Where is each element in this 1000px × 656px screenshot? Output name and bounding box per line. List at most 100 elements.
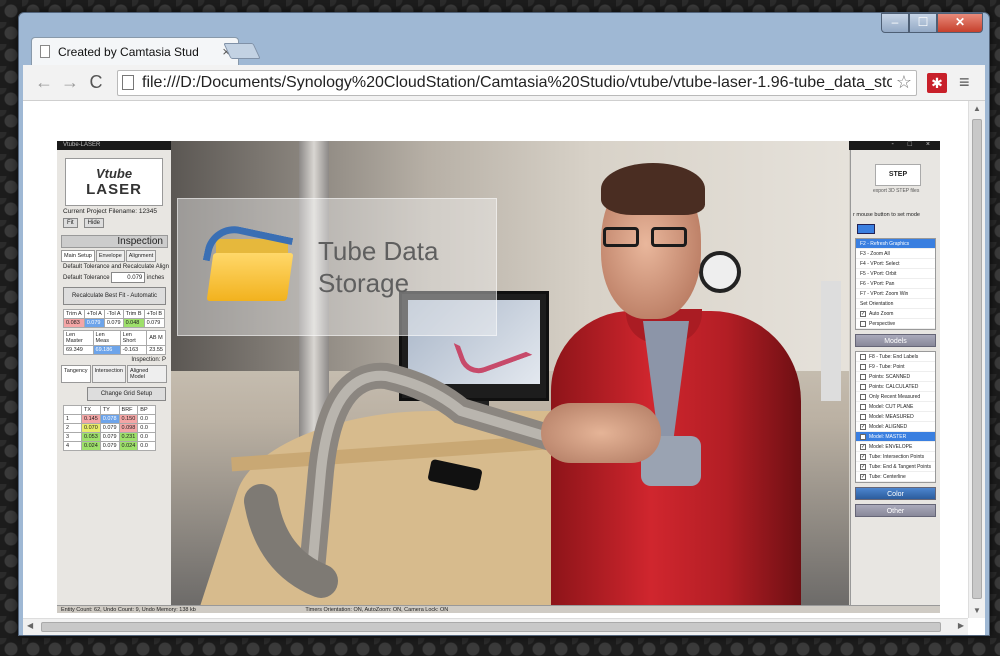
checkbox[interactable] — [860, 363, 866, 370]
list-item[interactable]: F9 - Tube: Point — [856, 362, 935, 372]
checkbox[interactable] — [860, 373, 866, 380]
len-header: Len Meas — [92, 330, 121, 346]
list-item[interactable]: F8 - Tube: End Labels — [856, 352, 935, 362]
minimize-button[interactable]: – — [881, 13, 909, 33]
scroll-right-icon[interactable]: ▶ — [958, 621, 964, 630]
tol-cell[interactable]: 0.083 — [63, 318, 85, 328]
vertical-scroll-thumb[interactable] — [972, 119, 982, 599]
grid-cell: 0.150 — [118, 414, 139, 424]
checkbox[interactable] — [860, 393, 866, 400]
other-bar[interactable]: Other — [855, 504, 936, 517]
recalculate-button[interactable]: Recalculate Best Fit - Automatic — [63, 287, 166, 305]
scroll-left-icon[interactable]: ◀ — [27, 621, 33, 630]
list-item[interactable]: Model: CUT PLANE — [856, 402, 935, 412]
tab-aligned-model[interactable]: Aligned Model — [126, 365, 167, 383]
grid-cell: 0.078 — [99, 414, 120, 424]
list-item[interactable]: F2 - Refresh Graphics — [856, 239, 935, 249]
list-item-label: Model: ENVELOPE — [869, 443, 913, 450]
checkbox[interactable]: ✓ — [860, 453, 866, 460]
list-item-label: Model: MASTER — [869, 433, 907, 440]
tolerance-input[interactable]: 0.079 — [111, 272, 146, 283]
url-text[interactable]: file:///D:/Documents/Synology%20CloudSta… — [142, 74, 892, 92]
extension-icon[interactable]: ✱ — [927, 72, 947, 93]
checkbox[interactable] — [860, 353, 866, 360]
grid-cell: 0.024 — [118, 441, 139, 451]
checkbox[interactable] — [860, 413, 866, 420]
checkbox[interactable]: ✓ — [860, 443, 866, 450]
list-item-label: F8 - Tube: End Labels — [869, 353, 919, 360]
scroll-up-icon[interactable]: ▲ — [969, 104, 985, 113]
list-item[interactable]: Only Recent Measured — [856, 392, 935, 402]
arrow-button[interactable] — [857, 224, 875, 234]
tab-intersection[interactable]: Intersection — [91, 365, 126, 383]
list-item[interactable]: ✓ Auto Zoom — [856, 309, 935, 319]
browser-tab[interactable]: Created by Camtasia Stud × — [31, 37, 239, 65]
list-item[interactable]: Set Orientation — [856, 299, 935, 309]
grid-cell: 0.024 — [81, 441, 101, 451]
list-item[interactable]: ✓ Model: ENVELOPE — [856, 442, 935, 452]
tol-cell[interactable]: 0.079 — [143, 318, 166, 328]
list-item[interactable]: F5 - VPort: Orbit — [856, 269, 935, 279]
list-item[interactable]: ✓ Model: ALIGNED — [856, 422, 935, 432]
len-cell: -0.163 — [119, 345, 148, 355]
list-item[interactable]: ✓ Model: MASTER — [856, 432, 935, 442]
grid-cell: 0.0 — [137, 423, 157, 433]
reload-button[interactable]: C — [83, 72, 109, 93]
horizontal-scroll-thumb[interactable] — [41, 622, 941, 632]
horizontal-scrollbar[interactable]: ◀ ▶ — [23, 618, 968, 635]
scroll-down-icon[interactable]: ▼ — [969, 606, 985, 615]
address-bar[interactable]: file:///D:/Documents/Synology%20CloudSta… — [117, 69, 917, 96]
list-item[interactable]: Points: CALCULATED — [856, 382, 935, 392]
list-item[interactable]: ✓ Tube: Centerline — [856, 472, 935, 482]
list-item-label: Tube: Intersection Points — [869, 453, 925, 460]
list-item[interactable]: F3 - Zoom All — [856, 249, 935, 259]
tab-envelope[interactable]: Envelope — [95, 250, 125, 262]
checkbox[interactable]: ✓ — [860, 463, 866, 470]
tab-alignment[interactable]: Alignment — [125, 250, 157, 262]
tab-tangency[interactable]: Tangency — [61, 365, 91, 383]
tol-cell[interactable]: 0.048 — [122, 318, 145, 328]
list-item-label: Points: CALCULATED — [869, 383, 919, 390]
list-item[interactable]: Model: MEASURED — [856, 412, 935, 422]
fit-button[interactable]: Fit — [63, 218, 78, 228]
checkbox[interactable]: ✓ — [860, 473, 866, 480]
list-item[interactable]: F6 - VPort: Pan — [856, 279, 935, 289]
tol-cell[interactable]: 0.079 — [103, 318, 124, 328]
checkbox[interactable] — [860, 403, 866, 410]
list-item[interactable]: Perspective — [856, 319, 935, 329]
video-title-card: Tube Data Storage — [177, 198, 497, 336]
list-item[interactable]: F4 - VPort: Select — [856, 259, 935, 269]
change-grid-button[interactable]: Change Grid Setup — [87, 387, 166, 401]
table-row[interactable]: 2 0.070 0.079 0.098 0.0 — [63, 423, 157, 433]
color-bar[interactable]: Color — [855, 487, 936, 500]
checkbox[interactable] — [860, 383, 866, 390]
close-window-button[interactable]: ✕ — [937, 13, 983, 33]
vertical-scrollbar[interactable]: ▲ ▼ — [968, 101, 985, 618]
hide-button[interactable]: Hide — [83, 218, 105, 228]
folder-tube-icon — [202, 220, 298, 305]
grid-cell: 0.145 — [81, 414, 101, 424]
maximize-button[interactable]: ☐ — [909, 13, 937, 33]
table-row[interactable]: 3 0.053 0.079 0.231 0.0 — [63, 432, 157, 442]
models-bar[interactable]: Models — [855, 334, 936, 347]
table-row[interactable]: 4 0.024 0.079 0.024 0.0 — [63, 441, 157, 451]
checkbox[interactable]: ✓ — [860, 310, 866, 317]
list-item[interactable]: ✓ Tube: End & Tangent Points — [856, 462, 935, 472]
video-player[interactable]: Vtube-LASER - □ × Vtube LASER Current Pr… — [57, 141, 940, 613]
tol-cell[interactable]: 0.079 — [83, 318, 105, 328]
bookmark-star-icon[interactable]: ☆ — [896, 72, 912, 93]
list-item[interactable]: ✓ Tube: Intersection Points — [856, 452, 935, 462]
checkbox[interactable]: ✓ — [860, 423, 866, 430]
back-button[interactable]: ← — [31, 72, 57, 93]
menu-icon[interactable]: ≡ — [959, 72, 970, 93]
list-item[interactable]: F7 - VPort: Zoom Win — [856, 289, 935, 299]
webcam-footage: Tube Data Storage — [171, 141, 849, 605]
forward-button[interactable]: → — [57, 72, 83, 93]
tab-main-setup[interactable]: Main Setup — [61, 250, 95, 262]
checkbox[interactable]: ✓ — [860, 433, 866, 440]
table-row[interactable]: 1 0.145 0.078 0.150 0.0 — [63, 414, 157, 424]
new-tab-button[interactable] — [223, 43, 261, 59]
grid-cell: 0.070 — [81, 423, 101, 433]
list-item[interactable]: Points: SCANNED — [856, 372, 935, 382]
checkbox[interactable] — [860, 320, 866, 327]
